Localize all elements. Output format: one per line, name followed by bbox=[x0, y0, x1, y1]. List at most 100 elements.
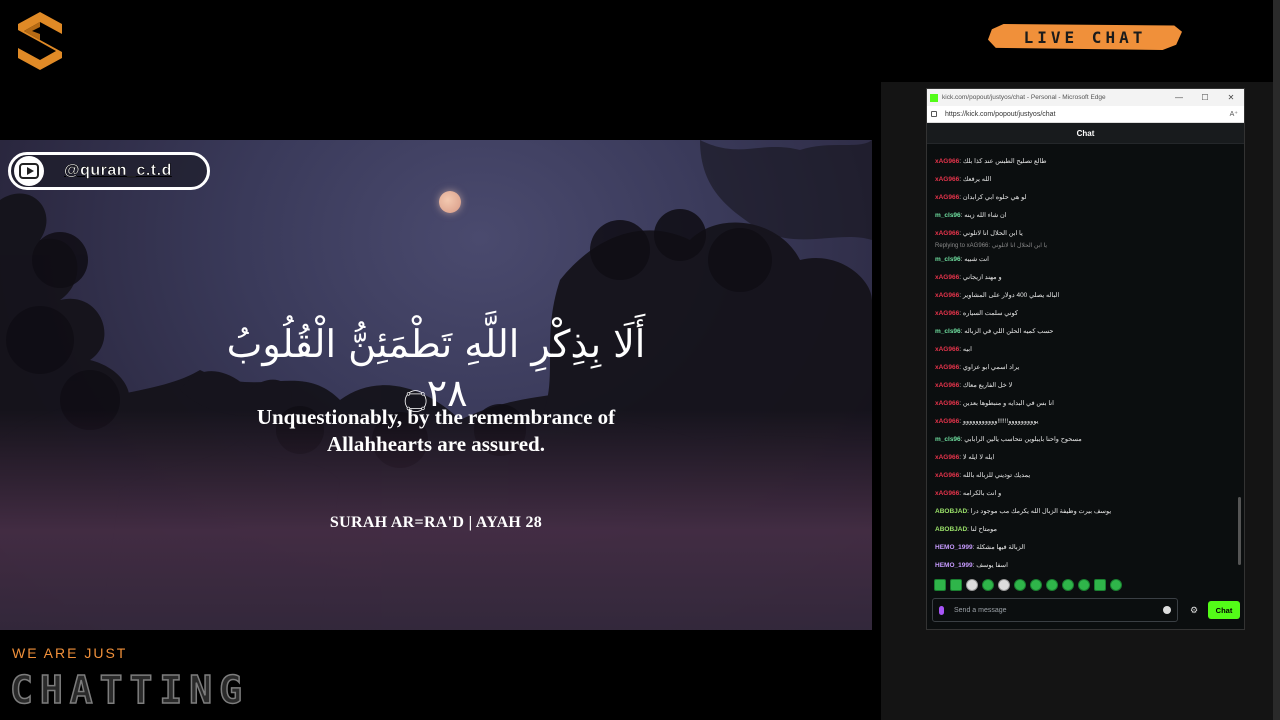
minimize-button[interactable]: — bbox=[1166, 93, 1192, 102]
chat-username[interactable]: xAG966 bbox=[935, 158, 959, 165]
chat-text: ايله لا ايله لا bbox=[962, 454, 995, 461]
chat-message[interactable]: xAG966: الله يرفعك bbox=[935, 171, 1235, 189]
chat-message[interactable]: m_cls96: مسحوح واحنا بايبلوين نتحاسب يال… bbox=[935, 431, 1235, 449]
chat-message[interactable]: ABOBJAD: مومتاح لنا bbox=[935, 521, 1235, 539]
chat-message[interactable]: xAG966: يووووووووو!!!!!!ووووووووووو bbox=[935, 413, 1235, 431]
address-bar[interactable]: https://kick.com/popout/justyos/chat A⁺ bbox=[927, 106, 1244, 123]
chat-username[interactable]: xAG966 bbox=[935, 310, 959, 317]
chat-message[interactable]: xAG966: و مهند ازيجاني bbox=[935, 269, 1235, 287]
emote-icon[interactable] bbox=[1030, 579, 1042, 591]
chat-username[interactable]: xAG966 bbox=[935, 194, 959, 201]
chat-message[interactable]: xAG966: الباله يصلي 400 دولار على المشاو… bbox=[935, 287, 1235, 305]
emote-icon[interactable] bbox=[966, 579, 978, 591]
chat-username[interactable]: xAG966 bbox=[935, 346, 959, 353]
chat-message[interactable]: xAG966: طالع تصليح الطبس عند كذا بلك bbox=[935, 153, 1235, 171]
chat-text: الزبالة فيها مشكلة bbox=[976, 544, 1025, 551]
chat-username[interactable]: m_cls96 bbox=[935, 256, 961, 263]
video-panel: @quran_c.t.d أَلَا بِذِكْرِ اللَّهِ تَطْ… bbox=[0, 140, 872, 630]
emote-icon[interactable] bbox=[1110, 579, 1122, 591]
chat-message[interactable]: xAG966: لو هي حلوه ابي كرابدان bbox=[935, 189, 1235, 207]
chat-text: ابيه bbox=[962, 346, 972, 353]
chat-username[interactable]: xAG966 bbox=[935, 454, 959, 461]
chat-username[interactable]: HEMO_1999 bbox=[935, 562, 973, 569]
chat-username[interactable]: xAG966 bbox=[935, 176, 959, 183]
chat-username[interactable]: xAG966 bbox=[935, 382, 959, 389]
chat-text: و مهند ازيجاني bbox=[962, 274, 1002, 281]
chat-message[interactable]: xAG966: يراد اسمي ابو عزاوي bbox=[935, 359, 1235, 377]
mic-icon[interactable] bbox=[939, 605, 944, 615]
emote-icon[interactable] bbox=[998, 579, 1010, 591]
chat-text: كوني سلمت السياره bbox=[962, 310, 1018, 317]
channel-handle: @quran_c.t.d bbox=[64, 162, 172, 180]
chat-message[interactable]: xAG966: ابيه bbox=[935, 341, 1235, 359]
emote-icon[interactable] bbox=[1094, 579, 1106, 591]
window-title: kick.com/popout/justyos/chat - Personal … bbox=[942, 94, 1106, 101]
message-input[interactable]: Send a message bbox=[932, 598, 1178, 622]
message-placeholder[interactable]: Send a message bbox=[954, 607, 1163, 614]
chat-username[interactable]: m_cls96 bbox=[935, 212, 961, 219]
chat-text: مسحوح واحنا بايبلوين نتحاسب يالين الرابا… bbox=[964, 436, 1082, 443]
chat-username[interactable]: m_cls96 bbox=[935, 436, 961, 443]
emote-icon[interactable] bbox=[982, 579, 994, 591]
chat-text: اسفا يوسف bbox=[976, 562, 1008, 569]
chat-username[interactable]: xAG966 bbox=[935, 274, 959, 281]
chat-scrollbar[interactable] bbox=[1238, 497, 1241, 565]
chat-text: انت شبيه bbox=[964, 256, 989, 263]
chat-username[interactable]: xAG966 bbox=[935, 472, 959, 479]
moon bbox=[439, 191, 461, 213]
chat-header: Chat bbox=[927, 123, 1244, 144]
chat-message[interactable]: xAG966: ايله لا ايله لا bbox=[935, 449, 1235, 467]
chat-username[interactable]: xAG966 bbox=[935, 400, 959, 407]
chat-messages: xAG966: طالع تصليح الطبس عند كذا بلك xAG9… bbox=[935, 153, 1235, 575]
streamer-logo bbox=[18, 12, 62, 70]
emote-bar bbox=[934, 579, 1122, 591]
chat-username[interactable]: xAG966 bbox=[935, 364, 959, 371]
chat-message[interactable]: xAG966: لا خل الفاريع معاك bbox=[935, 377, 1235, 395]
chat-message[interactable]: m_cls96: انت شبيه bbox=[935, 251, 1235, 269]
chat-message[interactable]: xAG966: و انت بالكرامه bbox=[935, 485, 1235, 503]
lock-icon bbox=[931, 111, 937, 117]
chat-message[interactable]: m_cls96: حسب كميه الحلن اللي في الزباله bbox=[935, 323, 1235, 341]
chat-text: و انت بالكرامه bbox=[962, 490, 1002, 497]
emote-icon[interactable] bbox=[1014, 579, 1026, 591]
verse-translation: Unquestionably, by the remembrance of Al… bbox=[180, 404, 692, 458]
chat-message[interactable]: HEMO_1999: اسفا يوسف bbox=[935, 557, 1235, 575]
chat-input-row: Send a message ⚙ Chat bbox=[932, 598, 1240, 622]
gear-icon[interactable]: ⚙ bbox=[1184, 605, 1204, 616]
emote-icon[interactable] bbox=[1046, 579, 1058, 591]
emoji-icon[interactable] bbox=[1163, 606, 1171, 614]
chat-message[interactable]: xAG966: انا بس في البدايه و منبطوها بعدي… bbox=[935, 395, 1235, 413]
chat-message[interactable]: ABOBJAD: يوسف بيرت وظيفة الزبال الله يكر… bbox=[935, 503, 1235, 521]
chat-username[interactable]: xAG966 bbox=[935, 418, 959, 425]
chat-username[interactable]: xAG966 bbox=[935, 230, 959, 237]
chat-message[interactable]: HEMO_1999: الزبالة فيها مشكلة bbox=[935, 539, 1235, 557]
url-text[interactable]: https://kick.com/popout/justyos/chat bbox=[945, 111, 1230, 118]
chatting-title: CHATTING bbox=[9, 667, 250, 713]
close-button[interactable]: ✕ bbox=[1218, 93, 1244, 102]
chat-text: يمديك توديني للزباله بالله bbox=[962, 472, 1031, 479]
chat-username[interactable]: m_cls96 bbox=[935, 328, 961, 335]
maximize-button[interactable]: ☐ bbox=[1192, 93, 1218, 102]
chat-text: لو هي حلوه ابي كرابدان bbox=[962, 194, 1027, 201]
chat-text: الباله يصلي 400 دولار على المشاوير bbox=[962, 292, 1060, 299]
chat-text: طالع تصليح الطبس عند كذا بلك bbox=[962, 158, 1047, 165]
emote-icon[interactable] bbox=[1062, 579, 1074, 591]
emote-icon[interactable] bbox=[934, 579, 946, 591]
chat-message[interactable]: xAG966: يمديك توديني للزباله بالله bbox=[935, 467, 1235, 485]
chat-message[interactable]: xAG966: كوني سلمت السياره bbox=[935, 305, 1235, 323]
chat-message[interactable]: m_cls96: ان شاء الله زينه bbox=[935, 207, 1235, 225]
chat-username[interactable]: HEMO_1999 bbox=[935, 544, 973, 551]
chat-username[interactable]: ABOBJAD bbox=[935, 508, 967, 515]
read-aloud-icon[interactable]: A⁺ bbox=[1230, 110, 1238, 118]
chat-text: انا بس في البدايه و منبطوها بعدين bbox=[962, 400, 1054, 407]
youtube-icon bbox=[14, 156, 44, 186]
emote-icon[interactable] bbox=[950, 579, 962, 591]
chat-username[interactable]: ABOBJAD bbox=[935, 526, 967, 533]
chat-text: لا خل الفاريع معاك bbox=[962, 382, 1013, 389]
emote-icon[interactable] bbox=[1078, 579, 1090, 591]
chat-username[interactable]: xAG966 bbox=[935, 292, 959, 299]
send-chat-button[interactable]: Chat bbox=[1208, 601, 1240, 619]
chat-username[interactable]: xAG966 bbox=[935, 490, 959, 497]
screen-edge bbox=[1273, 0, 1280, 720]
chat-text: حسب كميه الحلن اللي في الزباله bbox=[964, 328, 1054, 335]
